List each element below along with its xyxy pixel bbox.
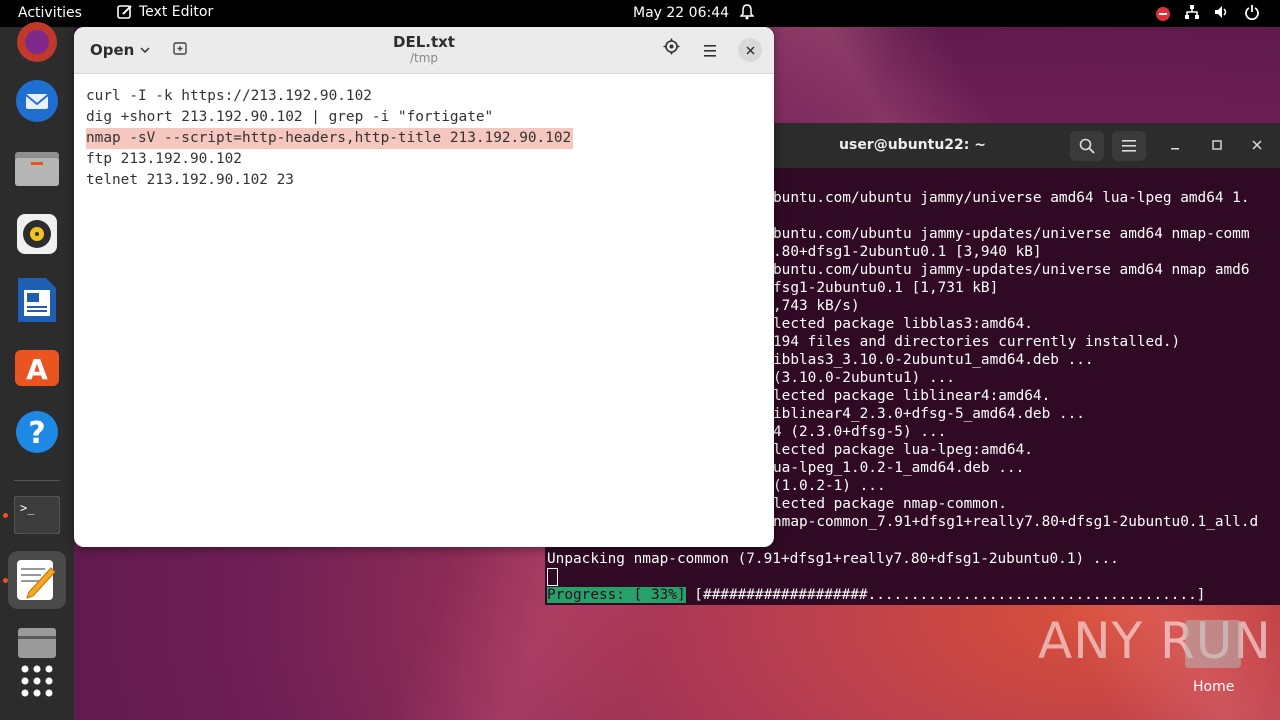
dock-separator bbox=[14, 480, 60, 481]
clock[interactable]: May 22 06:44 bbox=[633, 5, 729, 21]
editor-line-highlighted: nmap -sV --script=http-headers,http-titl… bbox=[86, 128, 574, 149]
editor-line: telnet 213.192.90.102 23 bbox=[86, 172, 294, 188]
system-tray[interactable] bbox=[1156, 4, 1260, 24]
editor-text-area[interactable]: curl -I -k https://213.192.90.102 dig +s… bbox=[74, 74, 774, 547]
text-editor-small-icon bbox=[117, 5, 132, 19]
dock: A ? >_ bbox=[0, 22, 74, 720]
editor-line: curl -I -k https://213.192.90.102 bbox=[86, 88, 372, 104]
terminal-line: ,743 kB/s) bbox=[773, 298, 860, 314]
progress-label: Progress: [ 33%] bbox=[547, 587, 686, 603]
volume-icon[interactable] bbox=[1214, 4, 1230, 24]
terminal-line: 194 files and directories currently inst… bbox=[773, 334, 1181, 350]
close-icon[interactable] bbox=[1247, 135, 1267, 155]
progress-line: Progress: [ 33%] [###################...… bbox=[547, 586, 1205, 604]
terminal-line: .80+dfsg1-2ubuntu0.1 [3,940 kB] bbox=[773, 244, 1042, 260]
writer-icon[interactable] bbox=[8, 271, 66, 329]
apps-grid-icon[interactable] bbox=[8, 652, 66, 710]
firefox-icon[interactable] bbox=[8, 13, 66, 71]
terminal-line: fsg1-2ubuntu0.1 [1,731 kB] bbox=[773, 280, 999, 296]
hamburger-menu-icon[interactable] bbox=[704, 42, 718, 61]
terminal-line: lected package nmap-common. bbox=[773, 496, 1007, 512]
gear-icon[interactable] bbox=[663, 38, 680, 59]
app-name: Text Editor bbox=[139, 4, 214, 20]
software-icon[interactable]: A bbox=[8, 337, 66, 395]
terminal-line: lected package libblas3:amd64. bbox=[773, 316, 1033, 332]
editor-line: ftp 213.192.90.102 bbox=[86, 151, 242, 167]
files-icon[interactable] bbox=[8, 139, 66, 197]
terminal-line: nmap-common_7.91+dfsg1+really7.80+dfsg1-… bbox=[773, 514, 1259, 530]
unpacking-line: Unpacking nmap-common (7.91+dfsg1+really… bbox=[547, 551, 1119, 567]
editor-headerbar[interactable]: Open DEL.txt /tmp bbox=[74, 27, 774, 74]
progress-bar: [###################....................… bbox=[685, 587, 1206, 603]
svg-text:?: ? bbox=[28, 416, 45, 451]
app-menu[interactable]: Text Editor bbox=[117, 4, 213, 20]
hamburger-menu-icon[interactable] bbox=[1112, 131, 1146, 161]
search-icon[interactable] bbox=[1070, 131, 1104, 161]
terminal-line: lected package lua-lpeg:amd64. bbox=[773, 442, 1033, 458]
text-editor-window[interactable]: Open DEL.txt /tmp curl -I -k https://213… bbox=[74, 27, 774, 547]
terminal-line: iblinear4_2.3.0+dfsg-5_amd64.deb ... bbox=[773, 406, 1085, 422]
power-icon[interactable] bbox=[1244, 4, 1260, 24]
terminal-cursor bbox=[547, 568, 558, 586]
text-editor-icon[interactable] bbox=[8, 551, 66, 609]
close-icon[interactable] bbox=[738, 38, 762, 62]
network-icon[interactable] bbox=[1184, 4, 1200, 24]
recording-indicator-icon[interactable] bbox=[1156, 7, 1170, 21]
svg-text:>_: >_ bbox=[20, 501, 35, 515]
editor-line: dig +short 213.192.90.102 | grep -i "for… bbox=[86, 109, 494, 125]
rhythmbox-icon[interactable] bbox=[8, 205, 66, 263]
terminal-line: (3.10.0-2ubuntu1) ... bbox=[773, 370, 955, 386]
svg-text:A: A bbox=[26, 353, 48, 386]
top-bar: Activities Text Editor May 22 06:44 bbox=[0, 0, 1280, 27]
terminal-icon[interactable]: >_ bbox=[8, 486, 66, 544]
terminal-line: ibblas3_3.10.0-2ubuntu1_amd64.deb ... bbox=[773, 352, 1094, 368]
terminal-line: buntu.com/ubuntu jammy/universe amd64 lu… bbox=[773, 190, 1250, 206]
terminal-line: buntu.com/ubuntu jammy-updates/universe … bbox=[773, 226, 1250, 242]
terminal-line: 4 (2.3.0+dfsg-5) ... bbox=[773, 424, 947, 440]
terminal-line: (1.0.2-1) ... bbox=[773, 478, 886, 494]
terminal-line: lected package liblinear4:amd64. bbox=[773, 388, 1051, 404]
help-icon[interactable]: ? bbox=[8, 403, 66, 461]
home-folder-icon[interactable] bbox=[1185, 620, 1241, 668]
maximize-icon[interactable] bbox=[1207, 135, 1227, 155]
terminal-line: ua-lpeg_1.0.2-1_amd64.deb ... bbox=[773, 460, 1025, 476]
terminal-line: buntu.com/ubuntu jammy-updates/universe … bbox=[773, 262, 1250, 278]
home-label[interactable]: Home bbox=[1193, 679, 1234, 695]
thunderbird-icon[interactable] bbox=[8, 72, 66, 130]
minimize-icon[interactable] bbox=[1165, 135, 1185, 155]
bell-icon[interactable] bbox=[739, 4, 755, 24]
